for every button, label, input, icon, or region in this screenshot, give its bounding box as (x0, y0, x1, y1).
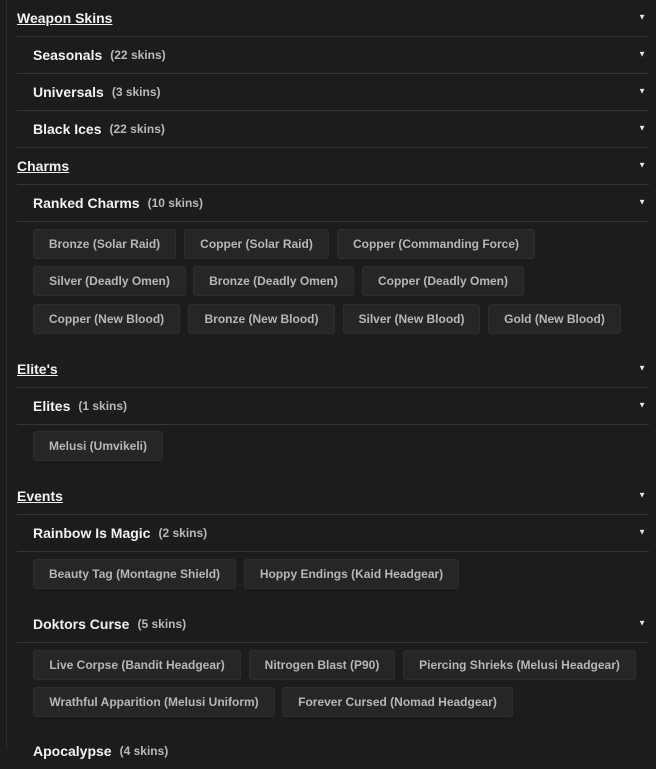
skin-count: (22 skins) (109, 122, 165, 136)
chevron-down-icon[interactable]: ▼ (638, 401, 646, 410)
chevron-down-icon[interactable]: ▼ (638, 50, 646, 59)
skin-chip[interactable]: Silver (New Blood) (343, 304, 480, 334)
skin-chip[interactable]: Silver (Deadly Omen) (33, 266, 186, 296)
subcategory-header-seasonals[interactable]: Seasonals (22 skins) ▼ (17, 37, 649, 74)
subcategory-header-elites[interactable]: Elites (1 skins) ▼ (17, 388, 649, 425)
skin-chip[interactable]: Copper (Deadly Omen) (362, 266, 524, 296)
subcategory-header-universals[interactable]: Universals (3 skins) ▼ (17, 74, 649, 111)
category-title[interactable]: Weapon Skins (17, 10, 112, 26)
skin-chip[interactable]: Copper (New Blood) (33, 304, 180, 334)
skin-chip[interactable]: Nitrogen Blast (P90) (249, 650, 395, 680)
category-header-events[interactable]: Events ▼ (17, 478, 649, 515)
skin-chip[interactable]: Copper (Solar Raid) (184, 229, 329, 259)
subcategory-title: Ranked Charms (33, 195, 140, 211)
subcategory-title: Doktors Curse (33, 616, 130, 632)
subcategory-title: Elites (33, 398, 71, 414)
subcategory-header-rainbow-is-magic[interactable]: Rainbow Is Magic (2 skins) ▼ (17, 515, 649, 552)
chevron-down-icon[interactable]: ▼ (638, 619, 646, 628)
skin-count: (4 skins) (119, 743, 169, 758)
skin-chip[interactable]: Live Corpse (Bandit Headgear) (33, 650, 241, 680)
category-title[interactable]: Charms (17, 158, 69, 174)
subcategory-title: Universals (33, 84, 104, 100)
skin-chip[interactable]: Wrathful Apparition (Melusi Uniform) (33, 687, 275, 717)
subcategory-header-doktors-curse[interactable]: Doktors Curse (5 skins) ▼ (17, 606, 649, 643)
subcategory-title: Apocalypse (33, 742, 112, 759)
chevron-down-icon[interactable]: ▼ (638, 198, 646, 207)
skin-chip[interactable]: Copper (Commanding Force) (337, 229, 535, 259)
subcategory-title: Seasonals (33, 47, 103, 63)
chevron-down-icon[interactable]: ▼ (638, 364, 646, 373)
chevron-down-icon[interactable]: ▼ (638, 13, 646, 22)
category-header-elites[interactable]: Elite's ▼ (17, 351, 649, 388)
chevron-down-icon[interactable]: ▼ (638, 87, 646, 96)
skin-chip[interactable]: Forever Cursed (Nomad Headgear) (282, 687, 513, 717)
subcategory-title: Rainbow Is Magic (33, 525, 151, 541)
subcategory-title: Black Ices (33, 121, 102, 137)
chevron-down-icon[interactable]: ▼ (638, 528, 646, 537)
skin-count: (3 skins) (111, 85, 161, 99)
left-border-line (6, 0, 7, 750)
skin-chip[interactable]: Bronze (Solar Raid) (33, 229, 176, 259)
skin-count: (5 skins) (137, 617, 187, 631)
skin-chip[interactable]: Bronze (Deadly Omen) (193, 266, 354, 296)
skin-chip[interactable]: Bronze (New Blood) (188, 304, 335, 334)
category-title[interactable]: Elite's (17, 361, 58, 377)
skin-count: (10 skins) (147, 196, 203, 210)
category-header-weapon-skins[interactable]: Weapon Skins ▼ (17, 0, 649, 37)
category-header-charms[interactable]: Charms ▼ (17, 148, 649, 185)
skin-count: (2 skins) (158, 526, 208, 540)
category-title[interactable]: Events (17, 488, 63, 504)
skin-count: (1 skins) (78, 399, 128, 413)
subcategory-header-black-ices[interactable]: Black Ices (22 skins) ▼ (17, 111, 649, 148)
skin-chip[interactable]: Gold (New Blood) (488, 304, 621, 334)
skin-chip[interactable]: Beauty Tag (Montagne Shield) (33, 559, 236, 589)
chevron-down-icon[interactable]: ▼ (638, 161, 646, 170)
subcategory-header-apocalypse[interactable]: Apocalypse (4 skins) (17, 732, 649, 769)
chevron-down-icon[interactable]: ▼ (638, 491, 646, 500)
skin-chip[interactable]: Hoppy Endings (Kaid Headgear) (244, 559, 459, 589)
chevron-down-icon[interactable]: ▼ (638, 124, 646, 133)
skin-count: (22 skins) (110, 48, 166, 62)
skin-chip[interactable]: Piercing Shrieks (Melusi Headgear) (403, 650, 636, 680)
subcategory-header-ranked-charms[interactable]: Ranked Charms (10 skins) ▼ (17, 185, 649, 222)
skin-chip[interactable]: Melusi (Umvikeli) (33, 431, 163, 461)
